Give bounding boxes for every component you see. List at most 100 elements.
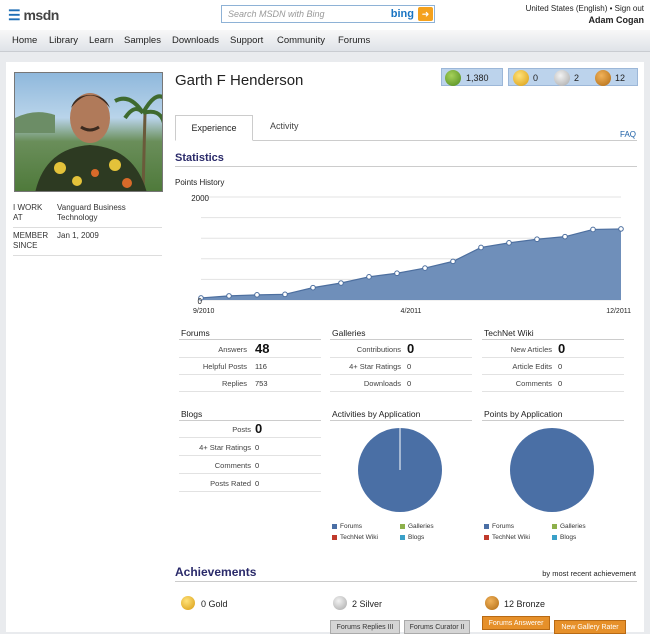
sign-out-link[interactable]: Sign out (615, 4, 644, 13)
legend-swatch (400, 534, 405, 540)
legend-swatch (332, 534, 337, 540)
points-badge[interactable]: 1,380 (441, 68, 503, 86)
locale-link[interactable]: United States (English) (526, 4, 608, 13)
nav-learn[interactable]: Learn (89, 35, 113, 46)
points-divider (482, 420, 624, 421)
profile-name: Garth F Henderson (175, 72, 304, 89)
top-bar: ☰ msdn Search MSDN with Bing bing ➜ Unit… (0, 0, 650, 30)
y-tick-min: 0 (198, 297, 203, 306)
gold-medal-icon (181, 596, 195, 610)
row-label: Answers (218, 345, 247, 354)
technet-title: TechNet Wiki (484, 328, 534, 338)
data-point (618, 226, 624, 232)
data-point (310, 284, 316, 291)
tab-experience[interactable]: Experience (175, 115, 253, 141)
silver-medal-icon (554, 70, 570, 86)
data-point (422, 265, 428, 271)
achievements-silver: 2 Silver (352, 599, 383, 609)
statistics-divider (175, 166, 637, 167)
bronze-count: 12 (615, 73, 626, 83)
silver-count: 2 (574, 73, 580, 83)
gold-count: 0 (533, 73, 539, 83)
gold-medal-icon (513, 70, 529, 86)
member-value: Jan 1, 2009 (57, 231, 99, 240)
row-label: Posts (232, 425, 251, 434)
points-legend-galleries: Galleries (552, 523, 586, 530)
nav-samples[interactable]: Samples (124, 35, 161, 46)
legend-label: Galleries (560, 523, 586, 530)
achievements-divider (175, 581, 637, 582)
points-legend-technet: TechNet Wiki (484, 534, 530, 541)
legend-label: Blogs (408, 534, 425, 541)
y-tick-max: 2000 (191, 194, 209, 203)
medals-badge[interactable]: 0 2 12 (508, 68, 638, 86)
points-value: 1,380 (466, 73, 489, 83)
forums-divider (179, 339, 321, 340)
galleries-row-ratings: 4+ Star Ratings 0 (330, 358, 472, 375)
work-value: Vanguard Business Technology (57, 203, 126, 222)
row-label: Downloads (363, 379, 401, 388)
work-row: I WORK AT Vanguard Business Technology (13, 200, 162, 228)
row-label: Replies (221, 379, 247, 388)
silver-medal-icon (333, 596, 347, 610)
msdn-logo[interactable]: ☰ msdn (8, 7, 59, 24)
legend-label: Galleries (408, 523, 434, 530)
row-label: Comments (214, 461, 251, 470)
data-point (450, 258, 456, 265)
achievements-heading: Achievements (175, 565, 257, 579)
row-label: Posts Rated (210, 479, 251, 488)
logo-text: msdn (23, 7, 59, 23)
nav-library[interactable]: Library (49, 35, 78, 46)
profile-photo-drawing (15, 93, 162, 191)
nav-forums[interactable]: Forums (338, 35, 370, 46)
row-value: 116 (255, 362, 267, 371)
legend-swatch (552, 534, 557, 540)
row-value: 0 (255, 479, 260, 488)
search-box[interactable]: Search MSDN with Bing bing ➜ (221, 5, 435, 23)
data-point (562, 233, 568, 240)
data-point (590, 226, 596, 233)
row-value: 0 (255, 461, 260, 470)
blogs-row-ratings: 4+ Star Ratings 0 (179, 439, 321, 456)
achievement-forums-answerer[interactable]: Forums Answerer (482, 616, 550, 630)
activities-divider (330, 420, 472, 421)
data-point (226, 293, 232, 299)
points-legend-blogs: Blogs (552, 534, 576, 541)
activities-legend-technet: TechNet Wiki (332, 534, 378, 541)
faq-link[interactable]: FAQ (620, 130, 636, 139)
data-point (478, 244, 484, 251)
legend-swatch (484, 534, 489, 540)
row-value: 0 (558, 362, 563, 371)
data-point (394, 270, 400, 277)
row-label: Comments (515, 379, 552, 388)
points-history-label: Points History (175, 178, 225, 187)
tab-activity[interactable]: Activity (270, 121, 299, 131)
blogs-title: Blogs (181, 409, 203, 419)
points-history-chart: 2000 0 9/2010 4/2011 12/2011 (191, 194, 631, 315)
row-label: 4+ Star Ratings (349, 362, 401, 371)
points-pie-chart (510, 428, 594, 512)
nav-community[interactable]: Community (277, 35, 325, 46)
legend-swatch (400, 523, 405, 529)
galleries-title: Galleries (332, 328, 366, 338)
nav-support[interactable]: Support (230, 35, 263, 46)
technet-row-comments: Comments 0 (482, 375, 624, 392)
data-point (534, 236, 540, 243)
activities-legend-galleries: Galleries (400, 523, 434, 530)
user-name[interactable]: Adam Cogan (588, 15, 644, 25)
legend-label: Blogs (560, 534, 577, 541)
nav-downloads[interactable]: Downloads (172, 35, 219, 46)
legend-label: TechNet Wiki (340, 534, 378, 541)
row-value: 48 (255, 341, 270, 356)
search-icon[interactable]: ➜ (418, 7, 433, 21)
achievements-sort[interactable]: by most recent achievement (542, 569, 636, 578)
row-label: Contributions (356, 345, 401, 354)
legend-label: Forums (492, 523, 515, 530)
legend-swatch (552, 523, 557, 529)
pie-slice-forums (510, 428, 594, 512)
nav-home[interactable]: Home (12, 35, 37, 46)
member-row: MEMBER SINCE Jan 1, 2009 (13, 228, 162, 256)
search-input[interactable]: Search MSDN with Bing (228, 9, 325, 19)
row-value: 0 (558, 341, 566, 356)
member-label: MEMBER SINCE (13, 231, 49, 250)
